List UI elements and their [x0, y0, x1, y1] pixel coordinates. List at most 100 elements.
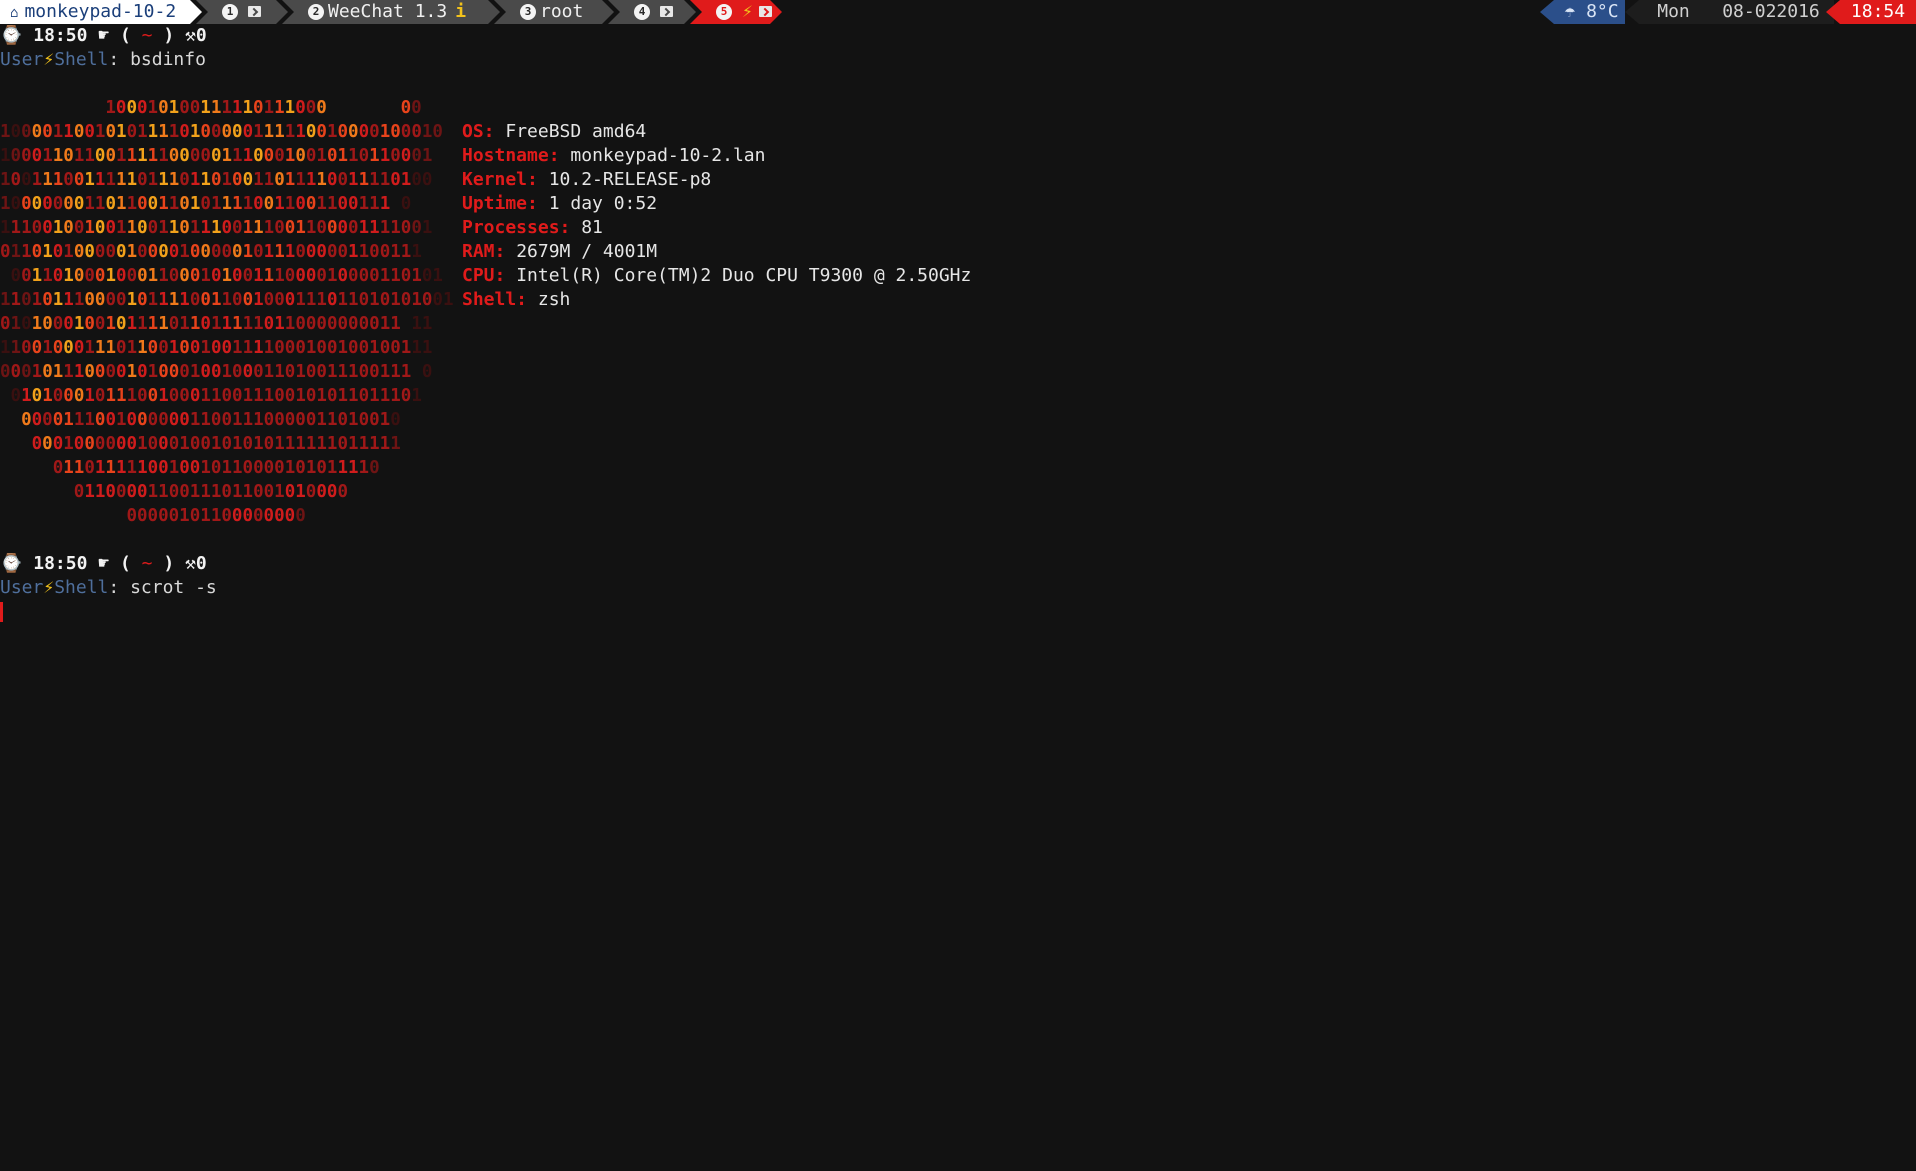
date-label: 08-022016 — [1722, 1, 1820, 22]
ascii-logo-row: 01010001001011110110111110110000000011 1… — [0, 314, 433, 334]
prompt-time: 18:50 — [33, 25, 88, 46]
info-label: CPU: — [462, 265, 506, 286]
info-shell: Shell: zsh — [462, 288, 971, 312]
info-value: 10.2-RELEASE-p8 — [548, 169, 712, 190]
info-label: RAM: — [462, 241, 506, 262]
prompt-time: 18:50 — [33, 553, 88, 574]
info-label: Uptime: — [462, 193, 538, 214]
info-label: Shell: — [462, 289, 528, 310]
prompt-status-line-2: ⌚ 18:50 ☛ ( ~ ) ⚒0 — [0, 552, 207, 576]
prompt-paren-open: ( — [119, 25, 131, 46]
command-text: bsdinfo — [130, 49, 206, 70]
umbrella-icon: ☂ — [1564, 1, 1576, 22]
status-bar: ⌂ monkeypad-10-2 1 2 WeeChat 1.3 i 3 root 4 … — [0, 0, 1916, 24]
pointing-hand-icon: ☛ — [87, 553, 120, 574]
home-icon: ⌂ — [10, 5, 19, 21]
prompt-paren-open: ( — [119, 553, 131, 574]
ascii-logo-row: 100010100111110111000 00 — [105, 98, 422, 118]
workspace-3[interactable]: 3 root — [494, 0, 614, 24]
weather-widget[interactable]: ☂ 8°C — [1540, 0, 1625, 24]
job-count: 0 — [195, 553, 207, 574]
temperature: 8°C — [1586, 1, 1619, 22]
info-value: monkeypad-10-2.lan — [570, 145, 766, 166]
prompt-paren-close: ) — [163, 553, 175, 574]
ascii-logo-row: 0110111110010010110000101011110 — [52, 458, 380, 478]
info-label: Processes: — [462, 217, 571, 238]
info-processes: Processes: 81 — [462, 216, 971, 240]
ascii-logo-row: 1000000011011001101011110011001100111 0 — [0, 194, 412, 214]
info-cpu: CPU: Intel(R) Core(TM)2 Duo CPU T9300 @ … — [462, 264, 971, 288]
host-label: monkeypad-10-2 — [24, 1, 177, 22]
prompt-status-line-1: ⌚ 18:50 ☛ ( ~ ) ⚒0 — [0, 24, 207, 48]
bolt-icon: ⚡ — [742, 1, 753, 22]
tools-icon: ⚒ — [174, 25, 196, 46]
info-kernel: Kernel: 10.2-RELEASE-p8 — [462, 168, 971, 192]
clock-widget[interactable]: 18:54 — [1826, 0, 1916, 24]
info-value: 81 — [581, 217, 603, 238]
info-icon: i — [455, 1, 467, 22]
info-os: OS: FreeBSD amd64 — [462, 120, 971, 144]
ascii-logo-row: 01100001100111011001010000 — [73, 482, 348, 502]
info-value: FreeBSD amd64 — [505, 121, 647, 142]
info-label: Kernel: — [462, 169, 538, 190]
workspace-number: 2 — [308, 4, 324, 20]
prompt-user: User — [0, 577, 44, 598]
ascii-logo-row: 000101110000101000100100011010011100111 … — [0, 362, 433, 382]
prompt-shell: Shell — [54, 577, 109, 598]
prompt-sep: : — [108, 49, 120, 70]
info-label: OS: — [462, 121, 495, 142]
info-value: 2679M / 4001M — [516, 241, 658, 262]
date-widget: 08-022016 — [1708, 0, 1834, 24]
prompt-command-line-2: User⚡Shell: scrot -s — [0, 576, 217, 600]
prompt-directory: ~ — [141, 25, 153, 46]
ascii-logo-row: 000011100100000011001110000011010010 — [21, 410, 401, 430]
ascii-logo-row: 00000101100000000 — [126, 506, 306, 526]
prompt-directory: ~ — [141, 553, 153, 574]
workspace-number: 4 — [634, 4, 650, 20]
pointing-hand-icon: ☛ — [87, 25, 120, 46]
system-info: OS: FreeBSD amd64 Hostname: monkeypad-10… — [462, 120, 971, 312]
workspace-5[interactable]: 5 ⚡ — [690, 0, 782, 24]
ascii-logo-row: 0011010001000110001010011100001000011010… — [10, 266, 443, 286]
workspace-host[interactable]: ⌂ monkeypad-10-2 — [0, 0, 202, 24]
job-count: 0 — [195, 25, 207, 46]
workspace-number: 1 — [222, 4, 238, 20]
ascii-logo-row: 1001110011111011101101001101111001111010… — [0, 170, 433, 190]
prompt-paren-close: ) — [163, 25, 175, 46]
workspace-label: root — [540, 1, 584, 22]
workspace-4[interactable]: 4 — [608, 0, 696, 24]
terminal-icon — [759, 6, 772, 17]
ascii-logo-row: 1110010010011001101110011100110000111100… — [0, 218, 433, 238]
prompt-shell: Shell — [54, 49, 109, 70]
ascii-logo-row: 1000011001010111101000001111100100001000… — [0, 122, 443, 142]
workspace-number: 5 — [716, 4, 732, 20]
clock-time: 18:54 — [1850, 1, 1906, 22]
info-ram: RAM: 2679M / 4001M — [462, 240, 971, 264]
info-value: 1 day 0:52 — [548, 193, 658, 214]
prompt-sep: : — [108, 577, 120, 598]
day-label: Mon — [1657, 1, 1690, 22]
bolt-icon: ⚡ — [43, 577, 55, 598]
workspace-number: 3 — [520, 4, 536, 20]
terminal-desktop: ⌂ monkeypad-10-2 1 2 WeeChat 1.3 i 3 root 4 … — [0, 0, 1916, 1171]
workspace-1[interactable]: 1 — [196, 0, 288, 24]
tools-icon: ⚒ — [174, 553, 196, 574]
ascii-logo-row: 010100010111001000110011100101011011101 — [10, 386, 422, 406]
ascii-logo: 100010100111110111000 00 1000011001010111… — [0, 96, 460, 528]
workspace-2[interactable]: 2 WeeChat 1.3 i — [282, 0, 500, 24]
terminal-icon — [660, 6, 673, 17]
info-value: Intel(R) Core(TM)2 Duo CPU T9300 @ 2.50G… — [516, 265, 972, 286]
ascii-logo-row: 1101011100001011110011001000111011010101… — [0, 290, 454, 310]
command-text: scrot -s — [130, 577, 217, 598]
terminal-icon — [248, 6, 261, 17]
ascii-logo-row: 0110101000001000010000010111000001100111 — [0, 242, 422, 262]
info-value: zsh — [537, 289, 571, 310]
prompt-command-line-1: User⚡Shell: bsdinfo — [0, 48, 206, 72]
info-label: Hostname: — [462, 145, 560, 166]
ascii-logo-row: 00010000001000100101010111111011111 — [31, 434, 401, 454]
workspace-label: WeeChat 1.3 — [328, 1, 448, 22]
watch-icon: ⌚ — [0, 25, 34, 46]
text-cursor[interactable] — [0, 602, 3, 622]
ascii-logo-row: 1100100011101100100100111100010010010011… — [0, 338, 433, 358]
info-hostname: Hostname: monkeypad-10-2.lan — [462, 144, 971, 168]
